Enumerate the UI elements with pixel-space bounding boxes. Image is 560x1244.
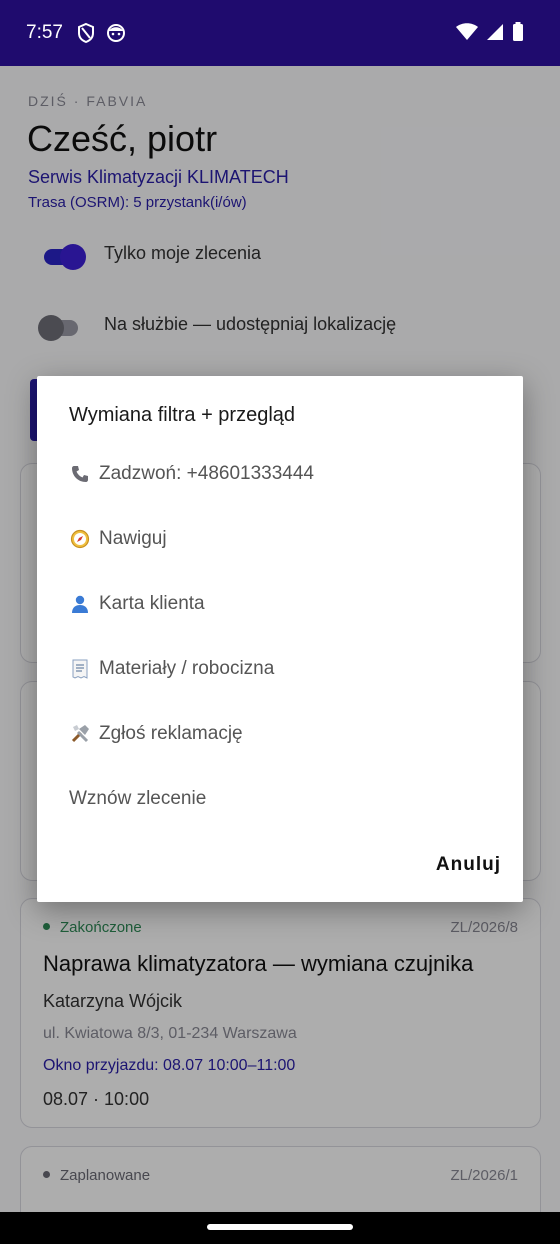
status-time: 7:57 (26, 22, 63, 43)
phone-icon (69, 463, 91, 485)
system-nav-bar (0, 1212, 560, 1244)
menu-item-client-card[interactable]: Karta klienta (69, 584, 489, 624)
wifi-icon (456, 23, 478, 40)
menu-item-label: Materiały / robocizna (99, 658, 275, 679)
signal-icon (487, 24, 503, 40)
compass-icon (69, 528, 91, 550)
menu-item-navigate[interactable]: Nawiguj (69, 519, 489, 559)
menu-item-label: Zadzwoń: +48601333444 (99, 463, 314, 484)
menu-item-label: Nawiguj (99, 528, 167, 549)
status-icons (456, 22, 524, 42)
battery-icon (513, 22, 523, 41)
menu-item-resume-order[interactable]: Wznów zlecenie (69, 779, 489, 819)
menu-item-complaint[interactable]: Zgłoś reklamację (69, 714, 489, 754)
face-icon (107, 24, 125, 42)
cancel-button[interactable]: Anuluj (436, 854, 501, 876)
person-icon (69, 593, 91, 615)
menu-item-materials[interactable]: Materiały / robocizna (69, 649, 489, 689)
shield-icon (78, 22, 94, 44)
status-bar: 7:57 (0, 0, 560, 66)
tools-icon (69, 723, 91, 745)
order-actions-dialog: Wymiana filtra + przegląd Zadzwoń: +4860… (37, 376, 523, 902)
menu-item-label: Wznów zlecenie (69, 788, 207, 809)
menu-item-label: Zgłoś reklamację (99, 723, 243, 744)
dialog-title: Wymiana filtra + przegląd (69, 404, 296, 426)
menu-item-call[interactable]: Zadzwoń: +48601333444 (69, 454, 489, 494)
home-handle[interactable] (207, 1224, 353, 1230)
menu-item-label: Karta klienta (99, 593, 205, 614)
receipt-icon (69, 658, 91, 680)
